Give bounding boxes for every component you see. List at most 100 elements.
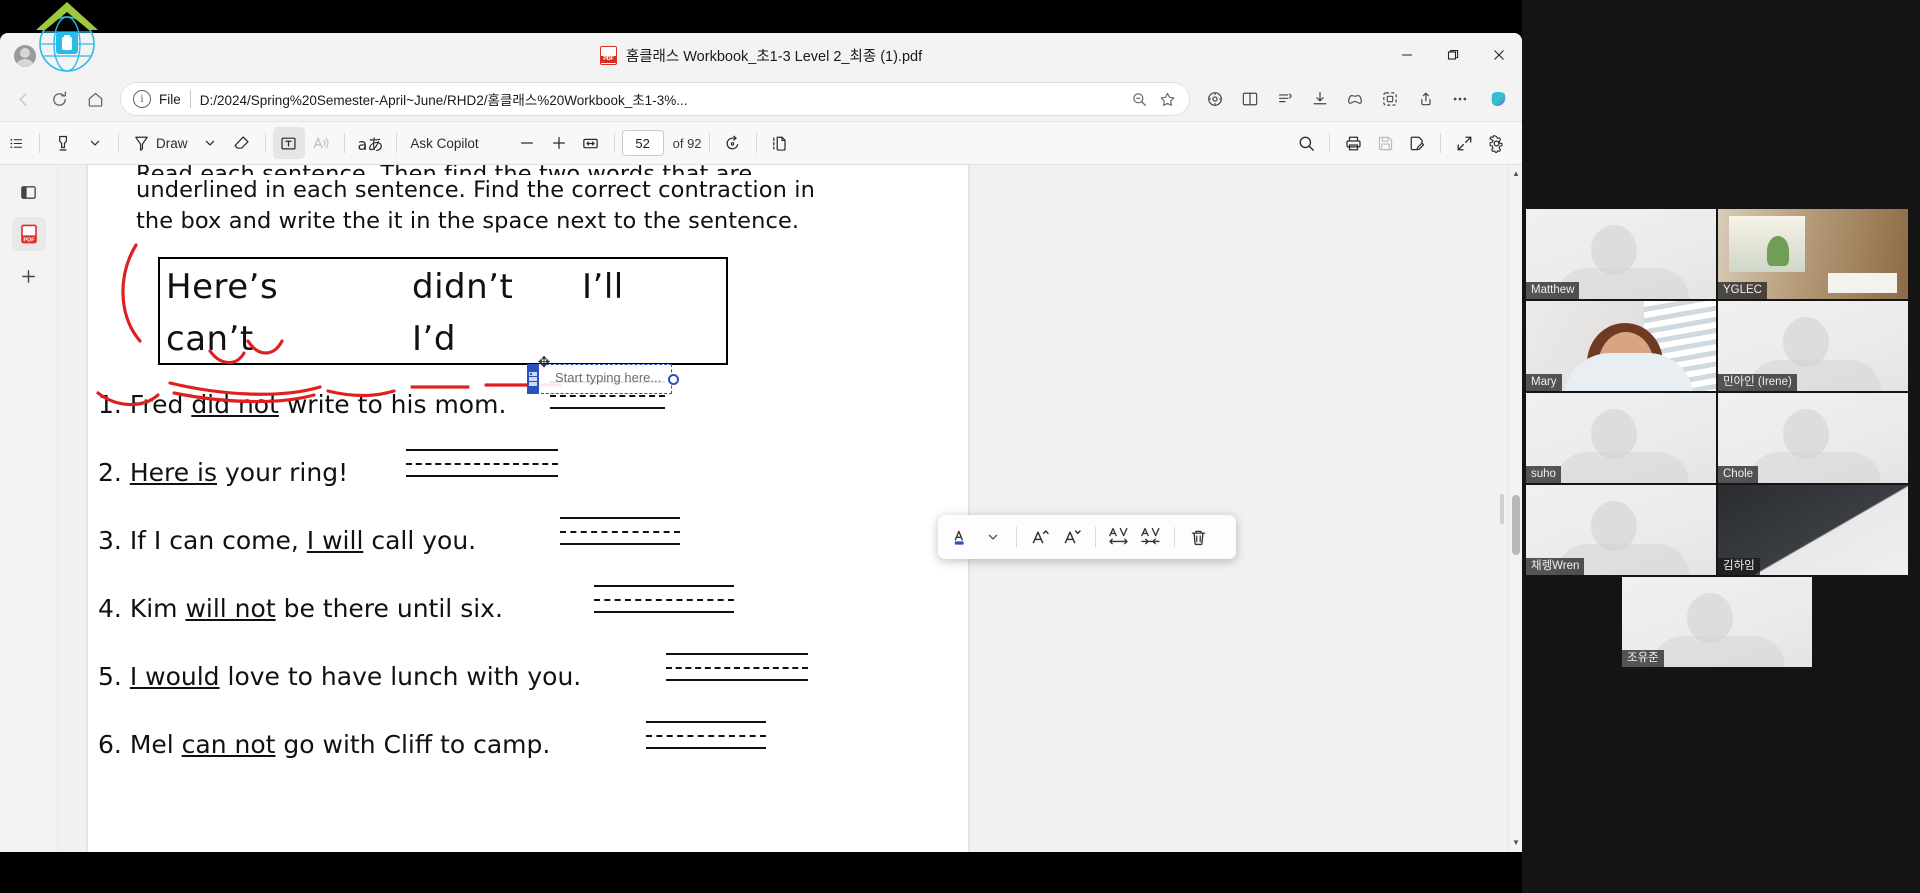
svg-text:PDF: PDF — [23, 237, 35, 243]
zoom-out-icon[interactable] — [1125, 85, 1153, 113]
question-number: 2. — [98, 458, 122, 487]
word-cell: can’t — [166, 319, 254, 359]
word-cell: I’ll — [582, 267, 624, 307]
question-post: your ring! — [217, 458, 349, 487]
share-icon[interactable] — [1408, 82, 1442, 116]
scroll-up-arrow-icon[interactable]: ▲ — [1509, 167, 1522, 181]
silhouette — [1556, 452, 1690, 483]
answer-blank[interactable] — [594, 585, 734, 613]
participant-tile[interactable]: 김하임 — [1718, 485, 1908, 575]
pdf-app-icon[interactable]: PDF — [11, 217, 46, 251]
participant-tile[interactable]: YGLEC — [1718, 209, 1908, 299]
url-text[interactable]: D:/2024/Spring%20Semester-April~June/RHD… — [200, 89, 1125, 109]
panel-splitter-handle[interactable] — [1500, 493, 1504, 524]
fit-to-width-icon[interactable] — [575, 127, 607, 159]
vertical-scrollbar[interactable]: ▲ ▼ — [1508, 165, 1522, 852]
close-button[interactable] — [1476, 33, 1522, 77]
games-icon[interactable] — [1338, 82, 1372, 116]
maximize-restore-button[interactable] — [1430, 33, 1476, 77]
font-color-dropdown-chevron-down-icon[interactable] — [978, 522, 1008, 552]
add-tab-icon[interactable] — [12, 259, 46, 293]
info-circle-icon[interactable]: i — [133, 90, 151, 108]
text-annotation-box[interactable]: ✥ Start typing here... — [527, 353, 679, 394]
participant-tile[interactable]: suho — [1526, 393, 1716, 483]
page-number-input[interactable]: 52 — [621, 130, 664, 156]
participant-tile-active-speaker[interactable]: Mary — [1526, 301, 1716, 391]
question-row: 4. Kim will not be there until six. — [88, 581, 968, 649]
question-number: 5. — [98, 662, 122, 691]
back-arrow-icon[interactable] — [6, 82, 40, 116]
erase-button[interactable] — [226, 127, 258, 159]
copilot-icon[interactable] — [1482, 83, 1514, 115]
participant-tile[interactable]: Matthew — [1526, 209, 1716, 299]
read-aloud-button[interactable] — [305, 127, 337, 159]
url-separator — [189, 90, 191, 108]
answer-blank[interactable] — [560, 517, 680, 545]
sidebar-toggle-icon[interactable] — [12, 175, 46, 209]
instruction-line-1: Read each sentence. Then find the two wo… — [136, 165, 934, 175]
increase-font-size-icon[interactable] — [1025, 522, 1055, 552]
url-scheme-label: File — [159, 91, 181, 107]
pdf-page-area[interactable]: Read each sentence. Then find the two wo… — [58, 165, 1522, 852]
question-underlined: Here is — [129, 458, 218, 487]
settings-more-icon[interactable] — [1443, 82, 1477, 116]
draw-dropdown[interactable] — [194, 127, 226, 159]
split-screen-icon[interactable] — [1233, 82, 1267, 116]
search-button[interactable] — [1290, 127, 1322, 159]
url-bar[interactable]: i File D:/2024/Spring%20Semester-April~J… — [120, 82, 1190, 116]
minimize-button[interactable] — [1384, 33, 1430, 77]
gear-icon[interactable] — [1480, 127, 1512, 159]
expand-icon[interactable] — [1448, 127, 1480, 159]
font-color-icon[interactable] — [946, 522, 976, 552]
star-icon[interactable] — [1153, 85, 1181, 113]
draw-button[interactable]: Draw — [126, 127, 194, 159]
toolbar-divider — [1329, 133, 1330, 153]
scroll-down-arrow-icon[interactable]: ▼ — [1509, 836, 1522, 850]
decrease-spacing-icon[interactable] — [1136, 522, 1166, 552]
reload-icon[interactable] — [42, 82, 76, 116]
zoom-out-button[interactable] — [511, 127, 543, 159]
decrease-font-size-icon[interactable] — [1057, 522, 1087, 552]
ask-copilot-button[interactable]: Ask Copilot — [404, 127, 484, 159]
annotation-placeholder[interactable]: Start typing here... — [555, 370, 661, 385]
active-tab[interactable]: 홈클래스 Workbook_초1-3 Level 2_최종 (1).pdf — [0, 33, 1522, 77]
participant-tile[interactable]: 채렝Wren — [1526, 485, 1716, 575]
video-participants-panel: Matthew YGLEC Mary 민아인 (Irene) suho Chol… — [1522, 0, 1920, 893]
collections-icon[interactable] — [1268, 82, 1302, 116]
answer-blank[interactable] — [406, 449, 558, 477]
zoom-in-button[interactable] — [543, 127, 575, 159]
page-view-icon[interactable] — [764, 127, 796, 159]
left-rail: PDF — [0, 165, 58, 852]
scene-plant — [1767, 236, 1790, 266]
save-as-icon[interactable] — [1401, 127, 1433, 159]
translate-button[interactable]: aあ — [352, 127, 390, 159]
answer-blank[interactable] — [646, 721, 766, 749]
question-text: 2. Here is your ring! — [98, 453, 348, 493]
participant-tile[interactable]: 조유준 — [1622, 577, 1812, 667]
home-icon[interactable] — [78, 82, 112, 116]
question-number: 1. — [98, 390, 122, 419]
downloads-icon[interactable] — [1303, 82, 1337, 116]
increase-spacing-icon[interactable] — [1104, 522, 1134, 552]
scrollbar-thumb[interactable] — [1512, 495, 1520, 555]
highlight-dropdown[interactable] — [79, 127, 111, 159]
extensions-icon[interactable] — [1373, 82, 1407, 116]
pdf-page[interactable]: Read each sentence. Then find the two wo… — [88, 165, 968, 852]
toolbar-divider — [1174, 527, 1175, 547]
resize-handle-icon[interactable] — [668, 374, 679, 385]
trash-icon[interactable] — [1183, 522, 1213, 552]
browser-essentials-icon[interactable] — [1198, 82, 1232, 116]
table-of-contents-button[interactable] — [0, 127, 32, 159]
participant-tile[interactable]: Chole — [1718, 393, 1908, 483]
answer-blank[interactable] — [666, 653, 808, 681]
move-handle-icon[interactable]: ✥ — [535, 353, 553, 371]
add-text-button[interactable] — [272, 127, 305, 159]
participant-tile[interactable]: 민아인 (Irene) — [1718, 301, 1908, 391]
rotate-icon[interactable] — [717, 127, 749, 159]
instruction-line-3: the box and write the it in the space ne… — [136, 208, 800, 234]
printer-icon[interactable] — [1337, 127, 1369, 159]
highlight-button[interactable] — [47, 127, 79, 159]
save-disk-icon[interactable] — [1369, 127, 1401, 159]
browser-window: 홈클래스 Workbook_초1-3 Level 2_최종 (1).pdf — [0, 33, 1522, 852]
toolbar-divider — [39, 133, 40, 153]
